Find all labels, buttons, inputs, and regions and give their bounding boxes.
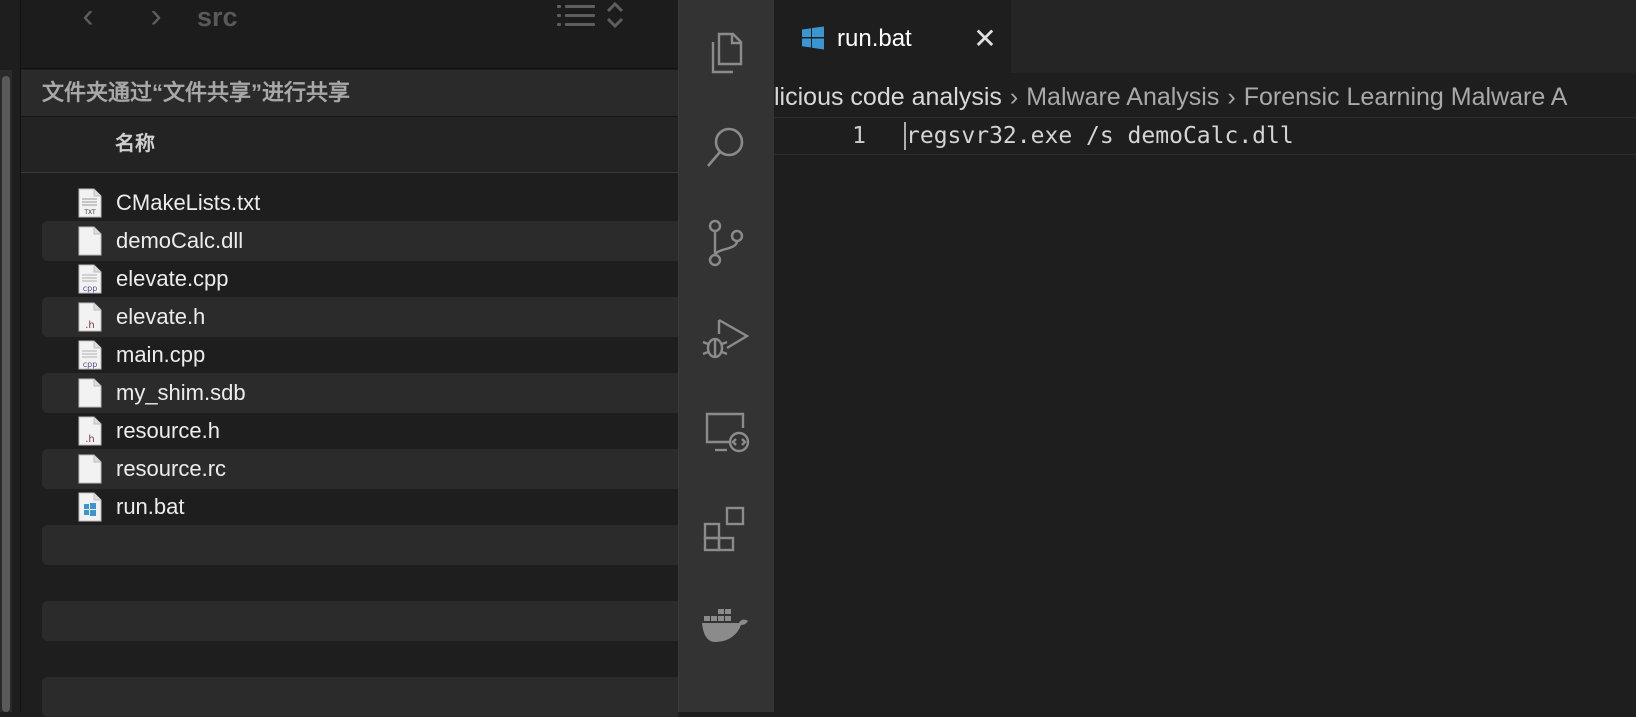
- file-badge: .h: [85, 434, 95, 445]
- column-name-header[interactable]: 名称: [115, 117, 155, 172]
- code-text[interactable]: regsvr32.exe /s demoCalc.dll: [906, 118, 1294, 154]
- breadcrumb-chevron-icon: ›: [1227, 83, 1236, 111]
- share-notice-bar: 文件夹通过“文件共享”进行共享: [21, 70, 678, 117]
- finder-scrollbar-thumb[interactable]: [2, 76, 10, 712]
- file-badge: cpp: [83, 360, 98, 369]
- file-name: CMakeLists.txt: [116, 190, 261, 215]
- empty-row: [42, 525, 678, 565]
- file-badge: .h: [85, 320, 95, 331]
- breadcrumb-item[interactable]: Malware Analysis: [1026, 83, 1219, 111]
- vscode-window: run.bat ✕ licious code analysis › Malware …: [678, 0, 1636, 712]
- editor-area: run.bat ✕ licious code analysis › Malware …: [774, 0, 1636, 712]
- h-file-icon: .h: [78, 416, 102, 446]
- breadcrumb-item[interactable]: licious code analysis: [774, 83, 1002, 111]
- file-row[interactable]: cpp main.cpp: [42, 335, 678, 375]
- file-row[interactable]: .h resource.h: [42, 411, 678, 451]
- h-file-icon: .h: [78, 302, 102, 332]
- breadcrumb: licious code analysis › Malware Analysis › F…: [774, 75, 1636, 117]
- blank-file-icon: [78, 454, 102, 484]
- blank-file-icon: [78, 378, 102, 408]
- file-row[interactable]: demoCalc.dll: [42, 221, 678, 261]
- file-row[interactable]: TXT CMakeLists.txt: [42, 183, 678, 223]
- finder-window: ‹ › src 文件夹通过“文件共享”进行共享 名称 TXT CMakeList…: [0, 0, 678, 717]
- run-debug-icon[interactable]: [701, 312, 751, 362]
- extensions-icon[interactable]: [701, 504, 751, 554]
- file-name: resource.h: [116, 418, 220, 443]
- breadcrumb-item[interactable]: Forensic Learning Malware A: [1244, 83, 1568, 111]
- file-badge: TXT: [83, 209, 96, 216]
- code-line[interactable]: 1 regsvr32.exe /s demoCalc.dll: [774, 117, 1636, 155]
- file-name: demoCalc.dll: [116, 228, 244, 253]
- cpp-file-icon: cpp: [78, 264, 102, 294]
- file-row[interactable]: my_shim.sdb: [42, 373, 678, 413]
- file-row[interactable]: resource.rc: [42, 449, 678, 489]
- windows-file-icon: [78, 492, 102, 522]
- file-row[interactable]: run.bat: [42, 487, 678, 527]
- empty-row: [42, 677, 678, 717]
- folder-title: src: [197, 2, 238, 32]
- activity-bar: [679, 0, 774, 712]
- column-header: 名称: [21, 117, 678, 173]
- share-notice-text: 文件夹通过“文件共享”进行共享: [42, 80, 351, 105]
- blank-file-icon: [78, 226, 102, 256]
- explorer-icon[interactable]: [701, 28, 751, 78]
- file-row[interactable]: cpp elevate.cpp: [42, 259, 678, 299]
- docker-icon[interactable]: [701, 602, 751, 652]
- file-name: main.cpp: [116, 342, 206, 367]
- breadcrumb-chevron-icon: ›: [1009, 83, 1019, 111]
- view-options-chevron-icon[interactable]: [605, 0, 625, 30]
- search-icon[interactable]: [701, 122, 751, 172]
- list-view-icon[interactable]: [557, 3, 597, 29]
- source-control-icon[interactable]: [701, 218, 751, 268]
- file-name: elevate.h: [116, 304, 206, 329]
- txt-file-icon: TXT: [78, 188, 102, 218]
- windows-icon: [802, 26, 824, 50]
- file-name: my_shim.sdb: [116, 380, 246, 405]
- remote-explorer-icon[interactable]: [701, 408, 751, 458]
- file-name: run.bat: [116, 494, 185, 519]
- tab-bar: run.bat ✕: [774, 0, 1636, 73]
- file-badge: cpp: [83, 284, 98, 293]
- file-name: elevate.cpp: [116, 266, 229, 291]
- finder-scrollbar[interactable]: [0, 70, 12, 712]
- tab-label: run.bat: [837, 25, 912, 52]
- tab-run-bat[interactable]: run.bat ✕: [774, 0, 1011, 73]
- file-name: resource.rc: [116, 456, 227, 481]
- back-chevron-icon[interactable]: ‹: [73, 0, 103, 33]
- file-row[interactable]: .h elevate.h: [42, 297, 678, 337]
- finder-toolbar: ‹ › src: [21, 0, 678, 69]
- close-icon[interactable]: ✕: [970, 22, 1000, 56]
- empty-row: [42, 601, 678, 641]
- line-number: 1: [852, 123, 866, 149]
- forward-chevron-icon[interactable]: ›: [141, 0, 171, 33]
- cpp-file-icon: cpp: [78, 340, 102, 370]
